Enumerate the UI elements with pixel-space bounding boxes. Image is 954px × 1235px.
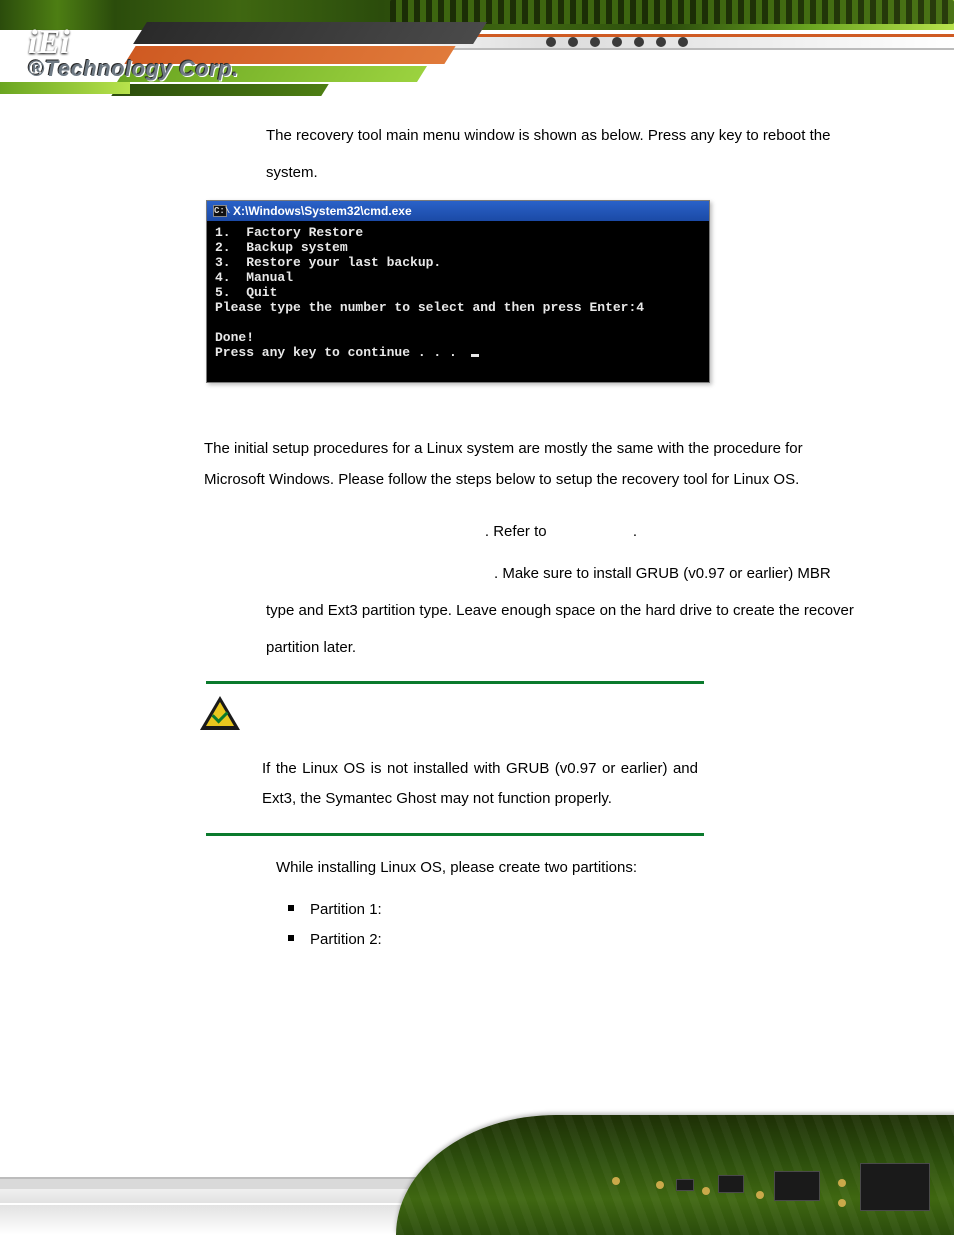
partition2-label: Partition 2: <box>310 931 382 948</box>
cmd-output: 1. Factory Restore 2. Backup system 3. R… <box>215 225 644 360</box>
brand-logo: iEi ®Technology Corp. <box>28 26 278 80</box>
note-text: If the Linux OS is not installed with GR… <box>206 738 704 834</box>
cmd-title-path: X:\Windows\System32\cmd.exe <box>233 204 412 218</box>
cmd-cursor <box>471 354 479 357</box>
step6-intro-text: The recovery tool main menu window is sh… <box>266 127 830 181</box>
logo-subtitle: ®Technology Corp. <box>28 56 239 81</box>
cmd-titlebar: C:\ X:\Windows\System32\cmd.exe <box>207 201 709 221</box>
linux-intro-text: The initial setup procedures for a Linux… <box>204 440 803 489</box>
partitions-intro-text: While installing Linux OS, please create… <box>276 859 637 876</box>
linux-step1-dot: . <box>633 523 637 540</box>
note-block: If the Linux OS is not installed with GR… <box>206 681 704 837</box>
page-footer-decor <box>0 1095 954 1235</box>
page-header-decor: iEi ®Technology Corp. <box>0 0 954 118</box>
cmd-titlebar-icon: C:\ <box>213 205 227 217</box>
cmd-window: C:\ X:\Windows\System32\cmd.exe 1. Facto… <box>206 200 710 383</box>
linux-intro: The initial setup procedures for a Linux… <box>204 433 856 496</box>
linux-step2-tail: . Make sure to install GRUB (v0.97 or ea… <box>266 565 854 656</box>
partition1-label: Partition 1: <box>310 901 382 918</box>
partitions-intro: While installing Linux OS, please create… <box>210 850 856 887</box>
list-item: Partition 2: <box>310 925 856 955</box>
page-content: The recovery tool main menu window is sh… <box>0 118 954 955</box>
linux-step1-refer: . Refer to <box>485 523 551 540</box>
partition-list: Partition 1: Partition 2: <box>240 895 856 955</box>
linux-step2: . Make sure to install GRUB (v0.97 or ea… <box>210 556 856 666</box>
step6-intro: The recovery tool main menu window is sh… <box>210 118 856 192</box>
cmd-body: 1. Factory Restore 2. Backup system 3. R… <box>207 221 709 382</box>
linux-step1: . Refer to . <box>210 514 856 551</box>
note-check-icon <box>200 696 240 734</box>
list-item: Partition 1: <box>310 895 856 925</box>
